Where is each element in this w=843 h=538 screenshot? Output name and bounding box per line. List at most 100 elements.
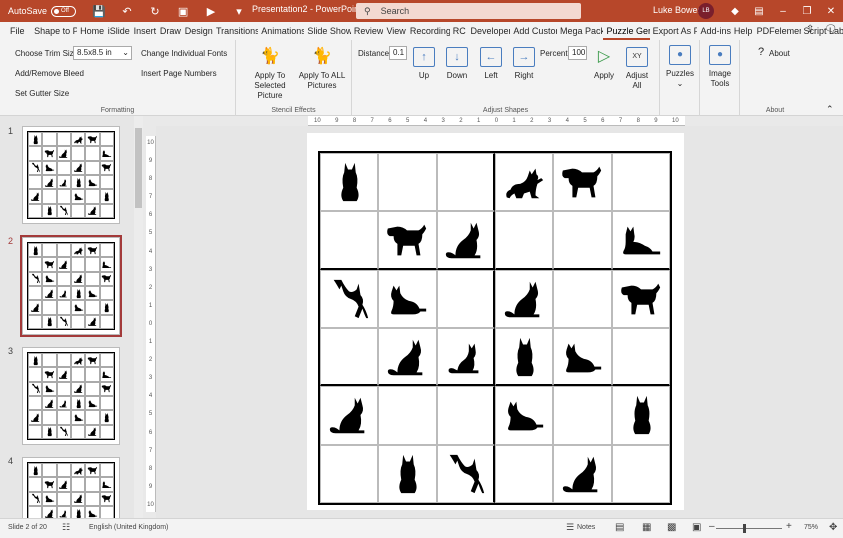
puzzle-cell[interactable] xyxy=(436,386,495,445)
puzzle-cell[interactable] xyxy=(611,444,670,503)
autosave-toggle[interactable]: Off xyxy=(51,5,77,17)
puzzle-cell[interactable] xyxy=(494,211,554,270)
puzzle-cell[interactable] xyxy=(436,153,495,212)
apply-all-pictures-button[interactable]: 🐈 Apply To ALL Pictures xyxy=(298,46,346,91)
scrollbar-thumb[interactable] xyxy=(135,128,142,208)
thumbnail-scrollbar[interactable] xyxy=(134,116,143,518)
notes-button[interactable]: Notes xyxy=(577,524,595,531)
puzzle-cell[interactable] xyxy=(553,327,612,387)
apply-button[interactable]: ▷ Apply xyxy=(590,46,618,81)
puzzle-cell[interactable] xyxy=(320,386,379,445)
minimize-icon[interactable]: – xyxy=(771,0,795,22)
add-remove-bleed-button[interactable]: Add/Remove Bleed xyxy=(15,69,84,78)
save-icon[interactable]: 💾 xyxy=(92,5,106,18)
puzzle-cell[interactable] xyxy=(320,444,379,503)
slide-thumbnail-1[interactable] xyxy=(22,126,120,224)
tab-add-custom[interactable]: Add Custor xyxy=(510,22,557,40)
puzzle-cell[interactable] xyxy=(494,386,554,445)
puzzle-cell[interactable] xyxy=(378,269,437,328)
diamond-icon[interactable]: ◆ xyxy=(723,0,747,22)
cat-sitting-icon[interactable] xyxy=(384,451,430,497)
apply-selected-picture-button[interactable]: 🐈 Apply To Selected Picture xyxy=(242,46,298,101)
cat-crouching-icon[interactable] xyxy=(559,334,605,380)
cat-standing-icon[interactable] xyxy=(326,276,372,322)
cat-lying-icon[interactable] xyxy=(618,217,664,263)
slide-thumbnail-2[interactable] xyxy=(20,235,122,337)
dog-icon[interactable] xyxy=(384,217,430,263)
puzzle-cell[interactable] xyxy=(320,269,379,328)
tab-add-ins[interactable]: Add-ins xyxy=(697,22,730,40)
puzzle-cell[interactable] xyxy=(320,327,379,387)
slide-thumbnail-3[interactable] xyxy=(22,347,120,445)
puzzle-cell[interactable] xyxy=(436,444,495,503)
tab-design[interactable]: Design xyxy=(182,22,213,40)
slideshow-icon[interactable]: ▶ xyxy=(204,5,218,18)
puzzle-cell[interactable] xyxy=(378,153,437,212)
puzzle-cell[interactable] xyxy=(436,327,495,387)
puzzle-cell[interactable] xyxy=(611,153,670,212)
autosave-control[interactable]: AutoSave Off xyxy=(8,5,77,17)
cat-sitting-side-icon[interactable] xyxy=(384,334,430,380)
slide-sorter-icon[interactable]: ▦ xyxy=(642,522,651,533)
search-box[interactable]: ⚲ Search xyxy=(356,3,581,19)
cat-standing-icon[interactable] xyxy=(442,451,488,497)
move-up-button[interactable]: ↑ Up xyxy=(412,46,436,81)
puzzle-cell[interactable] xyxy=(494,269,554,328)
cat-sitting-small-icon[interactable] xyxy=(442,334,488,380)
normal-view-icon[interactable]: ▤ xyxy=(615,522,624,533)
puzzle-cell[interactable] xyxy=(378,444,437,503)
zoom-slider-thumb[interactable] xyxy=(743,524,746,533)
puzzle-cell[interactable] xyxy=(611,386,670,445)
move-down-button[interactable]: ↓ Down xyxy=(445,46,469,81)
cat-sitting-side-icon[interactable] xyxy=(326,392,372,438)
cat-crouching-icon[interactable] xyxy=(384,276,430,322)
ribbon-display-icon[interactable]: ▤ xyxy=(747,0,771,22)
zoom-out-icon[interactable]: – xyxy=(709,521,715,532)
tab-pdfelement[interactable]: PDFelemer xyxy=(754,22,801,40)
percent-input[interactable]: 100 xyxy=(568,46,587,60)
puzzle-cell[interactable] xyxy=(611,211,670,270)
puzzle-cell[interactable] xyxy=(494,153,554,212)
tab-islide[interactable]: iSlide xyxy=(105,22,131,40)
reading-view-icon[interactable]: ▩ xyxy=(667,522,676,533)
puzzle-cell[interactable] xyxy=(611,269,670,328)
adjust-all-button[interactable]: XY Adjust All xyxy=(622,46,652,91)
trim-size-dropdown[interactable]: 8.5x8.5 in ⌄ xyxy=(73,46,132,60)
fit-slide-icon[interactable]: ✥ xyxy=(829,522,837,533)
zoom-in-icon[interactable]: + xyxy=(786,521,792,532)
tab-slide-show[interactable]: Slide Show xyxy=(304,22,351,40)
user-name[interactable]: Luke Bowes xyxy=(653,5,702,15)
language-status[interactable]: English (United Kingdom) xyxy=(89,524,168,531)
tab-shape-to-p[interactable]: Shape to P xyxy=(31,22,77,40)
set-gutter-size-button[interactable]: Set Gutter Size xyxy=(15,89,69,98)
tab-home[interactable]: Home xyxy=(77,22,105,40)
tab-draw[interactable]: Draw xyxy=(157,22,182,40)
cat-playing-icon[interactable] xyxy=(501,159,547,205)
close-icon[interactable]: ✕ xyxy=(819,0,843,22)
tab-view[interactable]: View xyxy=(383,22,406,40)
cat-sitting-side-icon[interactable] xyxy=(559,451,605,497)
puzzle-cell[interactable] xyxy=(553,153,612,212)
cat-sitting-icon[interactable] xyxy=(618,392,664,438)
collapse-ribbon-icon[interactable]: ⌃ xyxy=(826,104,834,115)
tab-transitions[interactable]: Transitions xyxy=(213,22,258,40)
redo-icon[interactable]: ↻ xyxy=(148,5,162,18)
tab-mega-pack[interactable]: Mega Pack xyxy=(557,22,604,40)
avatar[interactable]: LB xyxy=(698,3,714,19)
change-fonts-button[interactable]: Change Individual Fonts xyxy=(141,49,227,58)
tab-help[interactable]: Help xyxy=(731,22,754,40)
slide-thumbnail-4[interactable] xyxy=(22,457,120,518)
puzzle-cell[interactable] xyxy=(553,444,612,503)
puzzle-cell[interactable] xyxy=(436,211,495,270)
puzzle-cell[interactable] xyxy=(553,211,612,270)
tab-puzzle-generator[interactable]: Puzzle Ger xyxy=(603,22,650,40)
puzzle-cell[interactable] xyxy=(436,269,495,328)
zoom-slider-track[interactable] xyxy=(716,528,782,529)
move-left-button[interactable]: ← Left xyxy=(479,46,503,81)
puzzles-button[interactable]: ● Puzzles ⌄ xyxy=(663,44,697,89)
restore-icon[interactable]: ❐ xyxy=(795,0,819,22)
cat-sitting-side-icon[interactable] xyxy=(501,276,547,322)
dog-icon[interactable] xyxy=(618,276,664,322)
tab-developer[interactable]: Developer xyxy=(468,22,511,40)
cat-crouching-icon[interactable] xyxy=(501,392,547,438)
